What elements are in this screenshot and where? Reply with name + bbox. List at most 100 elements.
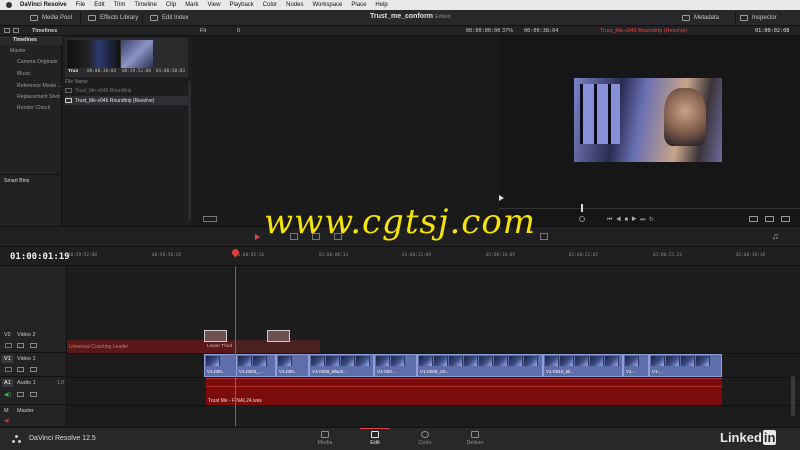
audio-volume-line[interactable]: [206, 386, 722, 387]
inspector-icon: [740, 15, 748, 21]
clip-thumbnail: [575, 356, 589, 366]
source-offset-field[interactable]: 0: [237, 28, 240, 34]
apple-icon[interactable]: [6, 2, 12, 8]
clip-thumbnail: [391, 356, 405, 366]
clip-thumbnail: [311, 356, 325, 366]
menu-trim[interactable]: Trim: [114, 2, 126, 8]
ruler[interactable]: 00:59:52:00 00:59:56:20 01:00:01:16 01:0…: [67, 247, 800, 267]
timeline-thumbnail-image-2: [121, 40, 153, 68]
v1-clip[interactable]: V1-000...: [276, 354, 309, 377]
menu-color[interactable]: Color: [263, 2, 277, 8]
auto-select-icon[interactable]: [17, 343, 24, 348]
bin-music[interactable]: Music: [0, 70, 62, 79]
davinci-logo-icon: [12, 435, 21, 444]
clip-thumbnail: [376, 356, 390, 366]
menu-view[interactable]: View: [208, 2, 221, 8]
v1-clip[interactable]: V1-0009_A0...: [417, 354, 543, 377]
timeline-thumbnail-card[interactable]: Trus 00:00:38:04 00:59:52:00 01:00:50:03: [65, 38, 188, 77]
active-page-indicator: [360, 428, 390, 429]
v1-clip[interactable]: V1-...: [649, 354, 722, 377]
track-name[interactable]: Video 1: [17, 356, 36, 362]
clip-lower-third-thumb-2[interactable]: [267, 330, 290, 342]
clip-thumbnail: [238, 356, 252, 366]
timeline-tracks: Universal Counting Leader Lower Third V1…: [67, 266, 800, 426]
file-name-column-header[interactable]: File Name: [65, 79, 88, 85]
clip-thumbnail: [696, 356, 710, 366]
audio-clip[interactable]: Trust Me - FINAL24.wav: [206, 378, 722, 405]
ruler-tick: 00:59:56:20: [152, 253, 182, 258]
clip-lower-third-thumb[interactable]: [204, 330, 227, 342]
edit-index-button[interactable]: Edit Index: [150, 12, 189, 24]
media-row-selected[interactable]: Trust_Me-v045 Roundtrip (Resolve): [65, 96, 188, 105]
viewer-zoom[interactable]: 37%: [502, 28, 513, 34]
clip-thumbnail: [681, 356, 695, 366]
metadata-button[interactable]: Metadata: [682, 12, 719, 24]
panel-toggle-icon[interactable]: [4, 28, 10, 33]
v1-clip[interactable]: V1-...: [623, 354, 649, 377]
track-lock-icon[interactable]: [5, 343, 12, 348]
clip-thumbnail: [449, 356, 463, 366]
page-media-tab[interactable]: Media: [305, 430, 345, 449]
menu-clip[interactable]: Clip: [166, 2, 176, 8]
menu-nodes[interactable]: Nodes: [286, 2, 303, 8]
menu-file[interactable]: File: [76, 2, 86, 8]
subject-face: [664, 88, 706, 146]
bin-camera-originals[interactable]: Camera Originals ...: [0, 58, 62, 74]
v1-clip[interactable]: V1-0006_Black...: [309, 354, 374, 377]
menu-app-name[interactable]: DaVinci Resolve: [20, 2, 67, 8]
effects-library-button[interactable]: Effects Library: [88, 12, 138, 24]
track-visibility-icon[interactable]: [30, 367, 37, 372]
current-timecode[interactable]: 01:00:01:19: [10, 252, 70, 262]
brand-text: Linked: [720, 430, 762, 445]
solo-icon[interactable]: [30, 392, 37, 397]
speaker-icon[interactable]: ◀)): [4, 392, 11, 398]
menu-timeline[interactable]: Timeline: [134, 2, 156, 8]
v1-clip[interactable]: V1-000...: [204, 354, 236, 377]
menu-edit[interactable]: Edit: [94, 2, 104, 8]
track-id[interactable]: V1: [2, 355, 13, 363]
bin-header-timelines[interactable]: Timelines: [0, 36, 62, 45]
v1-clip[interactable]: V1-0002_...: [236, 354, 276, 377]
list-view-icon[interactable]: [13, 28, 19, 33]
inspector-button[interactable]: Inspector: [740, 12, 777, 24]
menu-playback[interactable]: Playback: [229, 2, 253, 8]
clip-thumbnail: [464, 356, 478, 366]
timeline-icon: [65, 88, 72, 93]
timeline-name-dropdown[interactable]: Trust_Me-v045 Roundtrip (Resolve): [600, 28, 687, 34]
page-edit-tab[interactable]: Edit: [355, 428, 395, 449]
master-mute-icon[interactable]: ◀): [4, 418, 10, 424]
track-lock-icon[interactable]: [5, 367, 12, 372]
fit-zoom-dropdown[interactable]: Fit: [200, 28, 206, 34]
media-pool-scrollbar[interactable]: [188, 81, 191, 221]
clip-thumbnail: [419, 356, 433, 366]
clip-thumbnail: [326, 356, 340, 366]
track-name[interactable]: Video 2: [17, 332, 36, 338]
menu-mark[interactable]: Mark: [185, 2, 198, 8]
clip-thumbnail: [590, 356, 604, 366]
v1-clip[interactable]: V1-000...: [374, 354, 417, 377]
track-name[interactable]: Audio 1: [17, 380, 36, 386]
page-color-tab[interactable]: Color: [405, 430, 445, 449]
playhead-line[interactable]: [235, 266, 236, 426]
auto-select-icon[interactable]: [17, 392, 24, 397]
bin-reference-movie[interactable]: Reference Movie ...: [0, 82, 62, 91]
auto-select-icon[interactable]: [17, 367, 24, 372]
track-id[interactable]: A1: [2, 379, 13, 387]
bin-replacement-shot[interactable]: Replacement Shot: [0, 93, 62, 102]
menu-place[interactable]: Place: [351, 2, 366, 8]
v1-clip[interactable]: V1-0010_Bl...: [543, 354, 623, 377]
edit-index-icon: [150, 15, 158, 21]
media-row[interactable]: Trust_Me-v045 Roundtrip: [65, 86, 188, 95]
track-visibility-icon[interactable]: [30, 343, 37, 348]
clip-label: V1-0006_Black...: [312, 369, 347, 374]
page-label: Media: [317, 440, 333, 446]
menu-workspace[interactable]: Workspace: [312, 2, 342, 8]
page-deliver-tab[interactable]: Deliver: [455, 430, 495, 449]
timeline-scrollbar[interactable]: [791, 376, 795, 416]
menu-help[interactable]: Help: [375, 2, 387, 8]
media-pool-button[interactable]: Media Pool: [30, 12, 72, 24]
bin-master[interactable]: Master: [0, 47, 62, 56]
track-header-v1: V1 Video 1: [0, 353, 67, 377]
clip-thumbnail: [560, 356, 574, 366]
bin-render-check[interactable]: Render Check: [0, 104, 62, 113]
